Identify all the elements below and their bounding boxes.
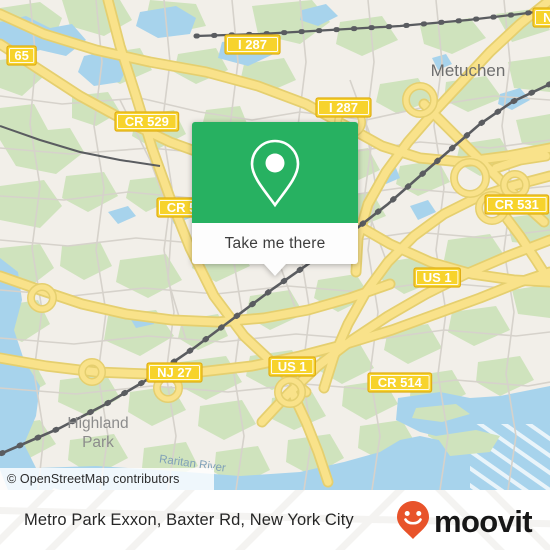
take-me-there-label: Take me there bbox=[224, 234, 326, 252]
osm-attribution-text: © OpenStreetMap contributors bbox=[7, 472, 180, 486]
map-pin-icon bbox=[250, 139, 300, 207]
road-shield-label: NJ 27 bbox=[543, 10, 550, 25]
popup-tail bbox=[264, 264, 286, 276]
place-title-text: Metro Park Exxon, Baxter Rd, New York Ci… bbox=[24, 510, 354, 529]
road-shield: I 287 bbox=[315, 97, 372, 118]
road-shield-label: I 287 bbox=[238, 37, 267, 52]
place-label-park: Park bbox=[82, 434, 114, 451]
footer-bar: Metro Park Exxon, Baxter Rd, New York Ci… bbox=[0, 490, 550, 550]
popup-header bbox=[192, 122, 358, 223]
road-shield: US 1 bbox=[413, 267, 462, 288]
road-shield: CR 529 bbox=[114, 111, 180, 132]
road-shield: CR 531 bbox=[484, 194, 550, 215]
road-shield: I 287 bbox=[224, 34, 281, 55]
moovit-pin-icon bbox=[396, 501, 429, 539]
road-shield-label: CR 529 bbox=[125, 114, 169, 129]
take-me-there-button[interactable]: Take me there bbox=[192, 223, 358, 264]
moovit-logo[interactable]: moovit bbox=[396, 490, 533, 550]
moovit-wordmark: moovit bbox=[433, 503, 533, 539]
location-popup[interactable]: Take me there bbox=[192, 122, 358, 276]
road-shield: 65 bbox=[6, 45, 37, 66]
place-label-metuchen: Metuchen bbox=[431, 61, 506, 80]
road-shield-label: US 1 bbox=[423, 270, 452, 285]
road-shield-label: I 287 bbox=[329, 100, 358, 115]
place-label-highland: Highland bbox=[67, 415, 128, 432]
road-shield: NJ 27 bbox=[532, 7, 550, 28]
road-shield: NJ 27 bbox=[146, 362, 203, 383]
map-canvas[interactable]: Metuchen Highland Park Raritan River NJ … bbox=[0, 0, 550, 490]
road-shield: CR 514 bbox=[367, 372, 433, 393]
road-shield-label: CR 514 bbox=[378, 375, 423, 390]
place-title: Metro Park Exxon, Baxter Rd, New York Ci… bbox=[24, 490, 354, 550]
map-screenshot: Metuchen Highland Park Raritan River NJ … bbox=[0, 0, 550, 550]
road-shield-label: CR 531 bbox=[495, 197, 539, 212]
road-shield-label: 65 bbox=[14, 48, 28, 63]
road-shield-label: NJ 27 bbox=[157, 365, 192, 380]
osm-attribution: © OpenStreetMap contributors bbox=[0, 468, 214, 490]
road-shield-label: US 1 bbox=[278, 359, 307, 374]
road-shield: US 1 bbox=[268, 356, 317, 377]
